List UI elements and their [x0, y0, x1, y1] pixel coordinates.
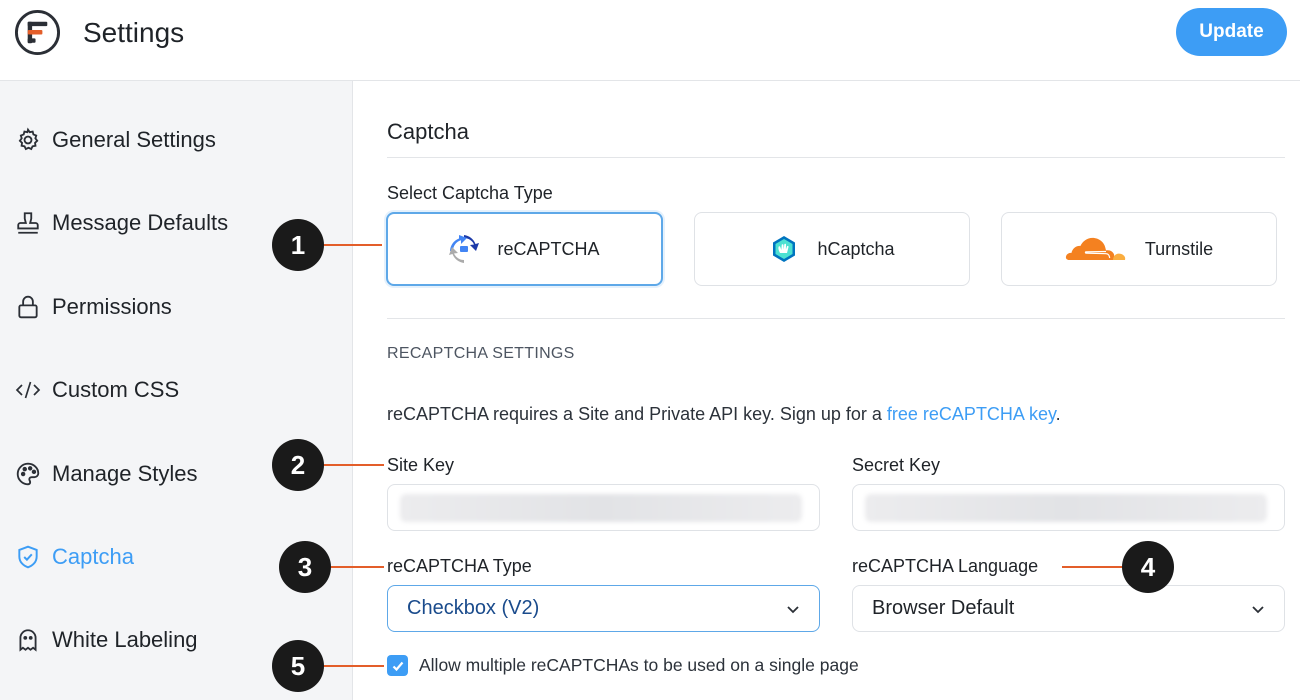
- recaptcha-language-select[interactable]: Browser Default: [852, 585, 1285, 632]
- site-key-label: Site Key: [387, 455, 455, 475]
- description-suffix: .: [1055, 404, 1061, 424]
- secret-key-input[interactable]: [852, 484, 1285, 531]
- main-content: Captcha Select Captcha Type reCAPTCHA hC…: [353, 81, 1300, 700]
- recaptcha-description: reCAPTCHA requires a Site and Private AP…: [387, 404, 1061, 425]
- allow-multiple-checkbox[interactable]: [387, 655, 408, 676]
- sidebar-item-label: Permissions: [52, 294, 172, 319]
- sidebar-item-white-labeling[interactable]: White Labeling: [14, 620, 198, 660]
- divider: [387, 318, 1285, 319]
- sidebar-item-general-settings[interactable]: General Settings: [14, 120, 216, 160]
- sidebar: General Settings Message Defaults Permis…: [0, 81, 353, 700]
- sidebar-item-manage-styles[interactable]: Manage Styles: [14, 454, 198, 494]
- sidebar-item-label: Message Defaults: [52, 210, 229, 235]
- recaptcha-type-select[interactable]: Checkbox (V2): [387, 585, 820, 632]
- chevron-down-icon: [787, 606, 799, 614]
- allow-multiple-recaptcha-row[interactable]: Allow multiple reCAPTCHAs to be used on …: [387, 655, 859, 676]
- checkmark-icon: [392, 661, 403, 671]
- description-text: reCAPTCHA requires a Site and Private AP…: [387, 404, 887, 424]
- site-key-input[interactable]: [387, 484, 820, 531]
- captcha-option-hcaptcha[interactable]: hCaptcha: [694, 212, 970, 286]
- sidebar-item-captcha[interactable]: Captcha: [14, 537, 134, 577]
- stamp-icon: [14, 209, 42, 237]
- update-button[interactable]: Update: [1176, 8, 1287, 56]
- sidebar-item-message-defaults[interactable]: Message Defaults: [14, 203, 228, 243]
- page-title: Settings: [83, 17, 185, 48]
- captcha-option-recaptcha[interactable]: reCAPTCHA: [386, 212, 663, 286]
- recaptcha-icon: [449, 234, 480, 264]
- captcha-option-label: hCaptcha: [817, 238, 895, 259]
- sidebar-item-label: Manage Styles: [52, 461, 198, 486]
- palette-icon: [14, 460, 42, 488]
- callout-badge: 1: [272, 219, 324, 271]
- divider: [387, 157, 1285, 158]
- sidebar-item-custom-css[interactable]: Custom CSS: [14, 370, 179, 410]
- free-recaptcha-key-link[interactable]: free reCAPTCHA key: [887, 404, 1056, 424]
- callout-leader-line: [322, 464, 384, 466]
- section-title: Captcha: [387, 119, 469, 144]
- callout-leader-line: [322, 665, 384, 667]
- ghost-icon: [14, 626, 42, 654]
- hcaptcha-icon: [769, 234, 799, 264]
- shield-check-icon: [14, 543, 42, 571]
- top-bar: Settings Update: [0, 0, 1300, 81]
- redacted-value: [400, 494, 802, 522]
- sidebar-item-label: White Labeling: [52, 627, 198, 652]
- app-logo-icon: [14, 9, 61, 56]
- chevron-down-icon: [1252, 606, 1264, 614]
- select-value: Checkbox (V2): [407, 597, 540, 619]
- select-captcha-type-label: Select Captcha Type: [387, 183, 553, 203]
- callout-leader-line: [1062, 566, 1124, 568]
- gear-icon: [14, 126, 42, 154]
- captcha-option-turnstile[interactable]: Turnstile: [1001, 212, 1277, 286]
- sidebar-item-label: General Settings: [52, 127, 216, 152]
- callout-badge: 2: [272, 439, 324, 491]
- callout-badge: 3: [279, 541, 331, 593]
- recaptcha-language-label: reCAPTCHA Language: [852, 556, 1039, 576]
- callout-leader-line: [322, 566, 384, 568]
- sidebar-item-label: Captcha: [52, 544, 134, 569]
- callout-leader-line: [322, 244, 382, 246]
- secret-key-label: Secret Key: [852, 455, 941, 475]
- captcha-option-label: reCAPTCHA: [497, 238, 600, 259]
- callout-badge: 4: [1122, 541, 1174, 593]
- redacted-value: [865, 494, 1267, 522]
- callout-badge: 5: [272, 640, 324, 692]
- cloudflare-icon: [1065, 234, 1127, 264]
- code-icon: [14, 376, 42, 404]
- lock-icon: [14, 293, 42, 321]
- captcha-option-label: Turnstile: [1144, 238, 1214, 259]
- allow-multiple-label: Allow multiple reCAPTCHAs to be used on …: [419, 655, 859, 675]
- select-value: Browser Default: [872, 597, 1015, 619]
- recaptcha-type-label: reCAPTCHA Type: [387, 556, 532, 576]
- sidebar-item-label: Custom CSS: [52, 377, 180, 402]
- recaptcha-settings-heading: RECAPTCHA SETTINGS: [387, 345, 575, 362]
- sidebar-item-permissions[interactable]: Permissions: [14, 287, 172, 327]
